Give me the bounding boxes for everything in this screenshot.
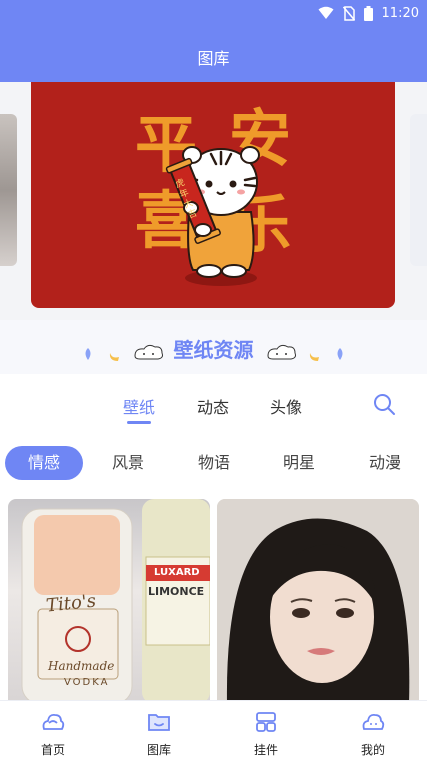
- carousel-prev-slide[interactable]: [0, 114, 17, 266]
- widgets-icon: [256, 712, 276, 732]
- page-title: 图库: [197, 49, 230, 68]
- bottom-navigation: 首页 图库 挂件 我的: [0, 700, 427, 760]
- battery-icon: [363, 5, 373, 21]
- chip-scenery[interactable]: 风景: [100, 446, 156, 480]
- no-sim-icon: [342, 5, 355, 21]
- carousel-next-slide[interactable]: [410, 114, 427, 266]
- nav-widgets[interactable]: 挂件: [213, 701, 319, 760]
- nav-home[interactable]: 首页: [0, 701, 106, 760]
- category-chips: 情感 风景 物语 明星 动漫: [0, 442, 427, 484]
- status-bar: 11:20: [318, 3, 419, 23]
- banner-carousel[interactable]: 平 安 喜 乐 虎年大吉: [0, 82, 427, 320]
- section-decoration-right: [267, 344, 343, 361]
- wifi-icon: [318, 6, 334, 19]
- app-bar: 11:20 图库: [0, 0, 427, 82]
- nav-profile[interactable]: 我的: [320, 701, 426, 760]
- profile-cloud-icon: [362, 713, 385, 730]
- folder-icon: [148, 714, 170, 731]
- status-time: 11:20: [381, 5, 419, 21]
- bottle-label-sub: Handmade: [48, 659, 115, 673]
- bottles-image: [21, 499, 210, 704]
- portrait-image: [217, 499, 419, 704]
- tab-dynamic[interactable]: 动态: [197, 394, 229, 418]
- chip-anime[interactable]: 动漫: [357, 446, 413, 480]
- home-cloud-icon: [42, 713, 65, 730]
- chip-emotion[interactable]: 情感: [5, 446, 83, 480]
- bottle-label-type: VODKA: [64, 677, 110, 688]
- bottle2-label-name: LIMONCE: [148, 585, 205, 598]
- content-tabs: 壁纸 动态 头像: [0, 374, 427, 434]
- section-header: 壁纸资源: [0, 320, 427, 374]
- wallpaper-grid: Tito's Handmade VODKA LUXARD LIMONCE: [0, 499, 427, 704]
- nav-gallery[interactable]: 图库: [106, 701, 212, 760]
- banner-slide[interactable]: 平 安 喜 乐 虎年大吉: [31, 82, 395, 308]
- active-tab-indicator: [127, 421, 151, 424]
- nav-widgets-label: 挂件: [253, 743, 278, 757]
- nav-home-label: 首页: [40, 743, 65, 757]
- wallpaper-card-portrait[interactable]: [217, 499, 419, 704]
- search-icon[interactable]: [372, 392, 396, 416]
- bottle2-label-brand: LUXARD: [154, 567, 200, 578]
- chip-celebrity[interactable]: 明星: [271, 446, 327, 480]
- tiger-mascot-illustration: [165, 146, 260, 286]
- tab-wallpaper[interactable]: 壁纸: [123, 394, 155, 418]
- wallpaper-card-bottles[interactable]: Tito's Handmade VODKA LUXARD LIMONCE: [8, 499, 210, 704]
- chip-story[interactable]: 物语: [186, 446, 242, 480]
- nav-gallery-label: 图库: [146, 743, 171, 757]
- app-screen: 11:20 图库 平 安 喜 乐 虎年大吉 壁纸资源 壁纸 动态 头像 情感 风…: [0, 0, 427, 760]
- tab-avatar[interactable]: 头像: [270, 394, 302, 418]
- nav-profile-label: 我的: [360, 743, 385, 757]
